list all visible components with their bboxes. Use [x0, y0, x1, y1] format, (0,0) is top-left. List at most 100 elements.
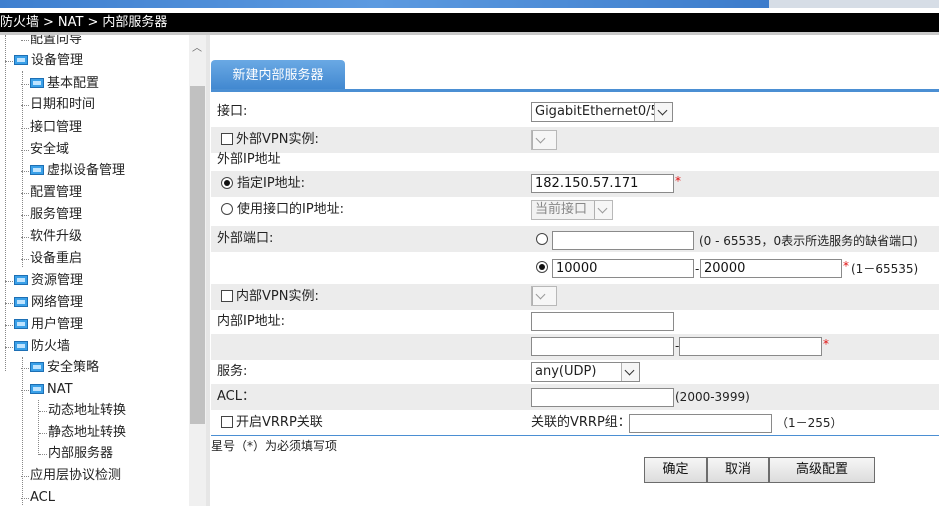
current-interface-select[interactable]: 当前接口: [531, 200, 613, 220]
interface-label: 接口:: [217, 104, 248, 119]
use-interface-ip-radio[interactable]: [221, 203, 233, 215]
tree-item[interactable]: NAT: [30, 380, 73, 400]
tree-item-label: NAT: [47, 382, 73, 397]
folder-icon: [30, 384, 44, 394]
tree-item[interactable]: 安全域: [30, 140, 69, 160]
tree-item[interactable]: 日期和时间: [30, 95, 95, 115]
breadcrumb-internal-server: 内部服务器: [102, 15, 168, 30]
tree-item[interactable]: 接口管理: [30, 118, 82, 138]
range-separator: -: [695, 262, 700, 276]
chevron-down-icon: [621, 363, 639, 381]
internal-ip-from-input[interactable]: [531, 337, 674, 356]
required-mark: *: [675, 174, 681, 188]
specify-ip-input[interactable]: [531, 174, 674, 193]
tree-item[interactable]: 应用层协议检测: [30, 466, 121, 486]
tree-scrollbar[interactable]: ︿: [189, 35, 206, 506]
specify-ip-option[interactable]: 指定IP地址:: [221, 171, 305, 197]
tree-item[interactable]: 配置管理: [30, 183, 82, 203]
service-select[interactable]: any(UDP): [531, 362, 640, 382]
tree-item[interactable]: 防火墙: [14, 337, 70, 357]
external-port-range-radio[interactable]: [536, 261, 548, 273]
interface-select-value: GigabitEthernet0/5: [535, 104, 659, 119]
vrrp-option[interactable]: 开启VRRP关联: [221, 410, 323, 436]
tree-item[interactable]: 用户管理: [14, 315, 83, 335]
tree-connector: [5, 281, 13, 282]
ok-button[interactable]: 确定: [644, 457, 707, 483]
folder-icon: [14, 297, 28, 307]
tree-item[interactable]: 静态地址转换: [48, 423, 126, 443]
tree-item[interactable]: 网络管理: [14, 293, 83, 313]
tree-item[interactable]: 服务管理: [30, 205, 82, 225]
external-port-single-input[interactable]: [552, 231, 694, 250]
cancel-button[interactable]: 取消: [707, 457, 769, 483]
external-port-label: 外部端口:: [217, 231, 274, 246]
tree-item[interactable]: 安全策略: [30, 358, 99, 378]
use-interface-ip-option[interactable]: 使用接口的IP地址:: [221, 197, 344, 223]
vrrp-checkbox[interactable]: [221, 416, 233, 428]
tree-connector: [21, 390, 29, 391]
tree-item[interactable]: 内部服务器: [48, 444, 113, 464]
tree-connector: [21, 215, 29, 216]
tree-item-label: 设备重启: [30, 251, 83, 266]
tree-item[interactable]: 设备重启: [30, 249, 82, 269]
external-vpn-checkbox[interactable]: [221, 133, 233, 145]
tree-item-label: 安全域: [30, 142, 70, 157]
tree-connector: [21, 171, 29, 172]
external-port-range-hint: (1－65535): [851, 262, 919, 276]
tree-item[interactable]: 虚拟设备管理: [30, 161, 125, 181]
tree-item[interactable]: 设备管理: [14, 51, 83, 71]
tree-item[interactable]: 软件升级: [30, 227, 82, 247]
advanced-config-button[interactable]: 高级配置: [769, 457, 875, 483]
tree-item[interactable]: 动态地址转换: [48, 401, 126, 421]
tree-item[interactable]: 基本配置: [30, 74, 99, 94]
tree-item-label: 配置向导: [30, 35, 83, 47]
acl-hint: (2000-3999): [675, 390, 750, 404]
tree-connector: [21, 498, 29, 499]
tree-guide-line: [22, 357, 23, 506]
tree-connector: [5, 347, 13, 348]
external-port-to-input[interactable]: [700, 259, 842, 278]
tree-item-label: 网络管理: [31, 295, 84, 310]
tree-connector: [21, 368, 29, 369]
external-vpn-select[interactable]: [531, 130, 557, 150]
interface-select[interactable]: GigabitEthernet0/5: [531, 102, 673, 122]
tree-connector: [21, 105, 29, 106]
acl-input[interactable]: [531, 388, 674, 407]
specify-ip-radio[interactable]: [221, 177, 233, 189]
scroll-up-icon[interactable]: ︿: [192, 39, 202, 54]
internal-vpn-select[interactable]: [531, 286, 557, 306]
tree-connector: [21, 84, 29, 85]
tree-item-label: 用户管理: [31, 317, 84, 332]
folder-icon: [14, 319, 28, 329]
internal-ip-label: 内部IP地址:: [217, 314, 286, 329]
internal-vpn-checkbox[interactable]: [221, 290, 233, 302]
internal-ip-to-input[interactable]: [679, 337, 822, 356]
internal-vpn-option[interactable]: 内部VPN实例:: [221, 284, 319, 310]
tree-item-label: ACL: [30, 490, 55, 505]
breadcrumb-nat[interactable]: NAT: [58, 15, 84, 30]
tree-item[interactable]: ACL: [30, 488, 55, 506]
navigation-tree: 配置向导设备管理基本配置日期和时间接口管理安全域虚拟设备管理 配置管理服务管理软件…: [0, 35, 189, 506]
service-label: 服务:: [217, 364, 248, 379]
vrrp-group-input[interactable]: [629, 414, 772, 433]
external-port-single-radio[interactable]: [536, 233, 548, 245]
tree-scroll-thumb[interactable]: [190, 86, 205, 424]
tree-item-label: 内部服务器: [48, 446, 114, 461]
top-banner-end: [769, 0, 939, 8]
tree-item-label: 基本配置: [47, 76, 100, 91]
external-port-from-input[interactable]: [552, 259, 694, 278]
breadcrumb-sep: >: [87, 15, 99, 30]
external-vpn-label: 外部VPN实例:: [236, 132, 319, 147]
chevron-down-icon: [532, 287, 556, 305]
tree-item[interactable]: 配置向导: [30, 35, 82, 50]
tab-new-internal-server[interactable]: 新建内部服务器: [211, 60, 345, 91]
chevron-down-icon: [654, 103, 672, 121]
tree-item-label: 接口管理: [30, 120, 83, 135]
internal-ip-input[interactable]: [531, 312, 674, 331]
required-mark: *: [843, 259, 849, 273]
required-note: 星号（*）为必须填写项: [211, 439, 338, 453]
tree-guide-line: [5, 35, 6, 371]
tree-item[interactable]: 资源管理: [14, 271, 83, 291]
tree-item-label: 服务管理: [30, 207, 83, 222]
breadcrumb-firewall[interactable]: 防火墙: [0, 15, 39, 30]
